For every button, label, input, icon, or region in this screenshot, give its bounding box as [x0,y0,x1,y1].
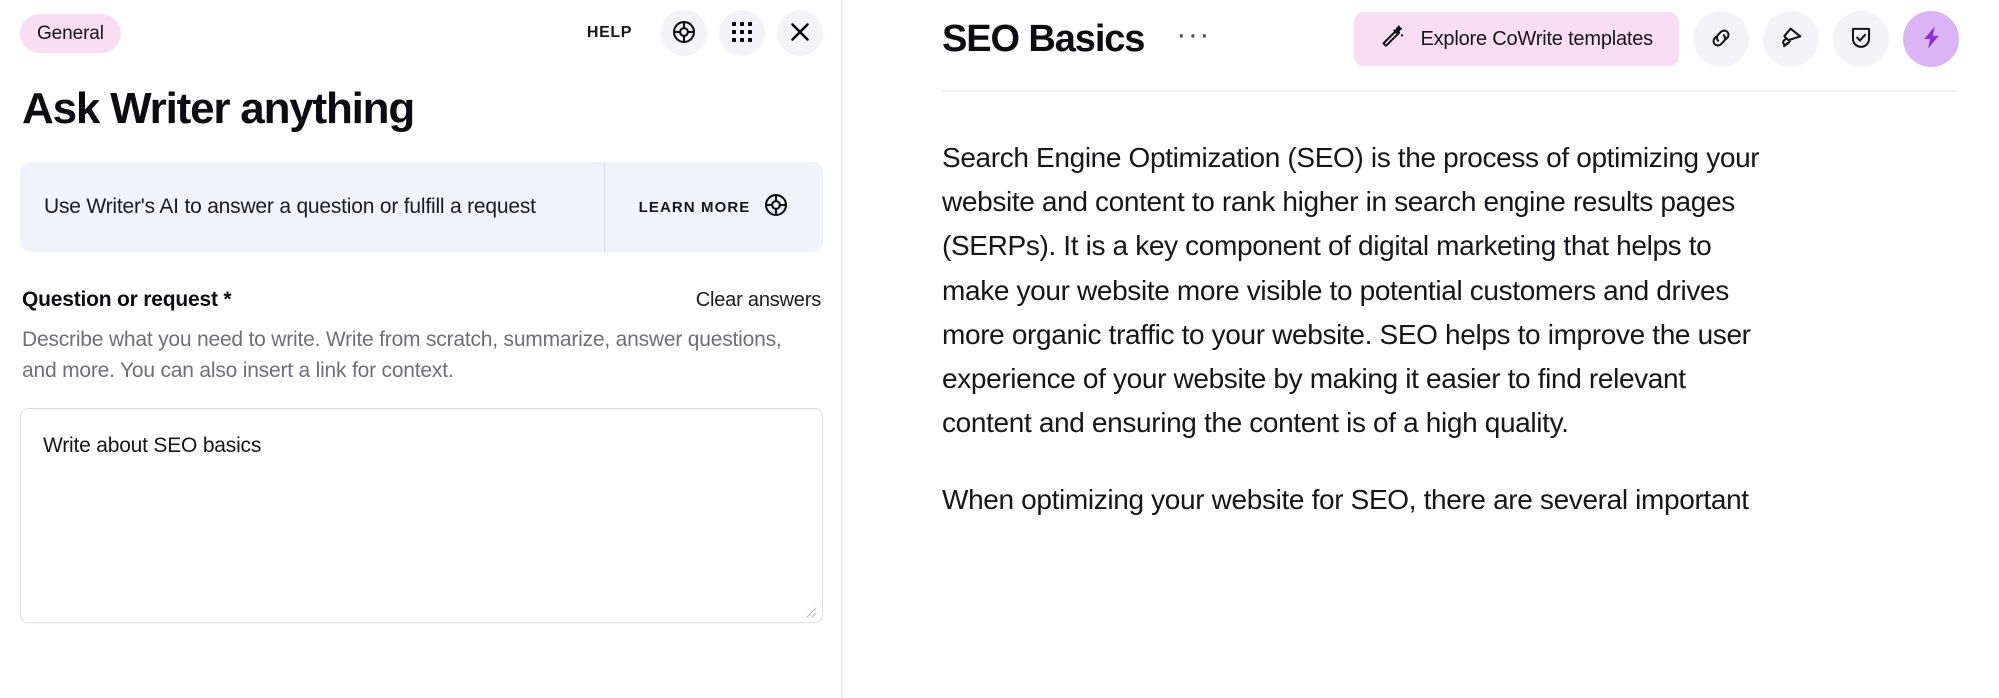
lifebuoy-help-button[interactable] [661,10,707,56]
learn-more-label: LEARN MORE [638,198,751,216]
announcements-button[interactable] [1763,11,1819,67]
apps-grid-button[interactable] [719,10,765,56]
link-icon [1708,25,1734,54]
document-more-options-button[interactable]: ··· [1172,20,1214,55]
document-panel: SEO Basics ··· Explore CoWrite templates [843,0,1999,698]
apps-grid-icon [731,21,753,46]
left-panel-header: General HELP [20,0,823,60]
info-callout-text: Use Writer's AI to answer a question or … [44,195,536,219]
shield-check-icon [1848,25,1874,54]
explore-cowrite-templates-label: Explore CoWrite templates [1420,27,1653,50]
clear-answers-button[interactable]: Clear answers [696,289,821,312]
document-header: SEO Basics ··· Explore CoWrite templates [942,0,1959,72]
document-body[interactable]: Search Engine Optimization (SEO) is the … [942,136,1959,522]
request-textarea-wrapper [20,408,823,624]
question-field-help: Describe what you need to write. Write f… [22,328,782,383]
content-check-button[interactable] [1833,11,1889,67]
help-label[interactable]: HELP [587,24,632,42]
document-header-rule [942,90,1957,92]
document-paragraph: Search Engine Optimization (SEO) is the … [942,142,1760,439]
ask-writer-toggle-button[interactable] [1903,11,1959,67]
question-field-label: Question or request * [22,288,232,311]
category-badge: General [20,13,121,53]
lifebuoy-icon [763,192,789,222]
ask-writer-panel: General HELP Ask Writer anything Use Wri… [0,0,843,698]
page-title: Ask Writer anything [22,84,415,133]
document-paragraph: When optimizing your website for SEO, th… [942,483,1749,515]
insert-link-button[interactable] [1693,11,1749,67]
document-title: SEO Basics [942,17,1145,60]
magic-wand-icon [1380,23,1406,55]
close-panel-button[interactable] [777,10,823,56]
close-icon [788,20,812,47]
field-header-row: Question or request * Clear answers [20,288,823,312]
request-textarea[interactable] [20,408,823,624]
learn-more-button[interactable]: LEARN MORE [605,162,823,252]
explore-cowrite-templates-button[interactable]: Explore CoWrite templates [1354,12,1679,66]
megaphone-icon [1778,24,1805,54]
lifebuoy-icon [671,19,697,48]
lightning-bolt-icon [1918,24,1945,54]
info-callout: Use Writer's AI to answer a question or … [20,162,823,252]
app-root: General HELP Ask Writer anything Use Wri… [0,0,1999,698]
